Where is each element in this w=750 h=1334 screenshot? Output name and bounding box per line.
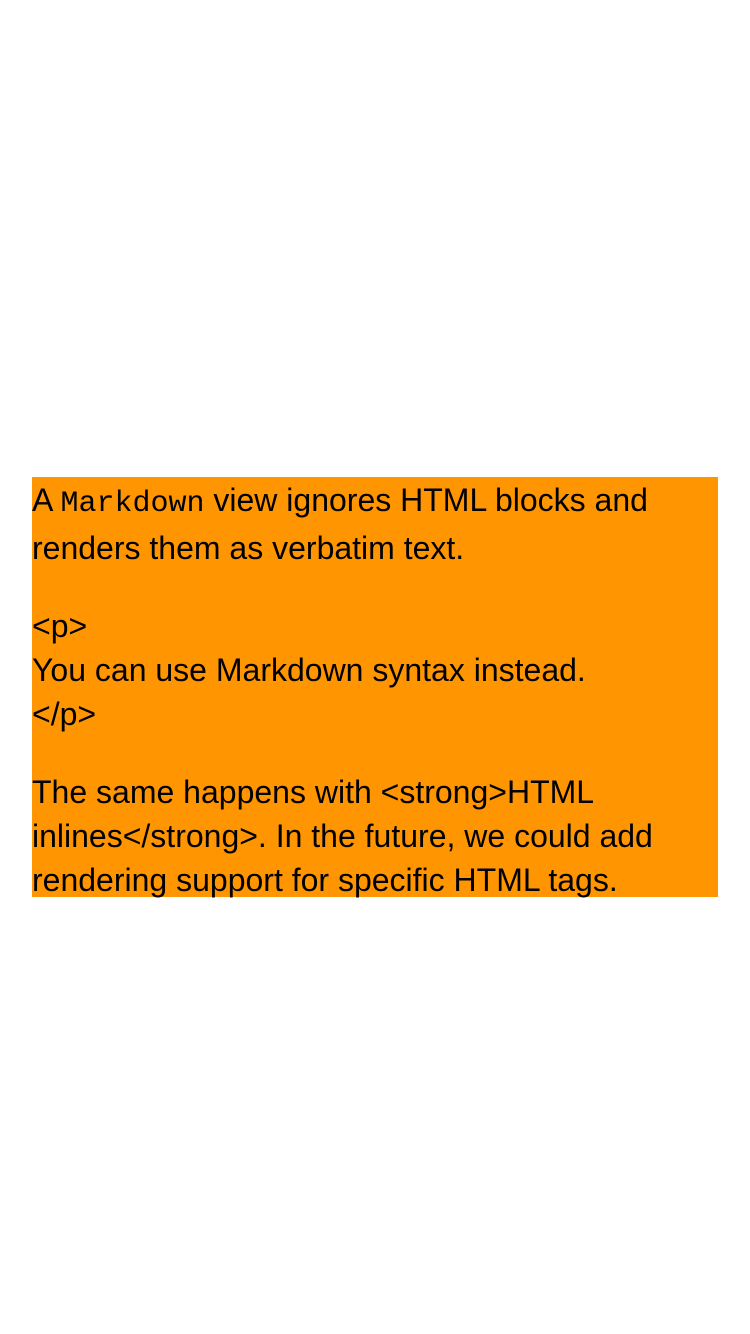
paragraph-html-inlines: The same happens with <strong>HTML inlin… (32, 774, 653, 898)
paragraph-spacing (32, 736, 718, 770)
paragraph-prefix: A (32, 482, 61, 518)
html-open-tag: <p> (32, 608, 88, 644)
html-block-content: You can use Markdown syntax instead. (32, 652, 586, 688)
paragraph-html-blocks: A Markdown view ignores HTML blocks and … (32, 478, 718, 570)
paragraph-spacing (32, 570, 718, 604)
html-close-tag: </p> (32, 696, 97, 732)
markdown-view: A Markdown view ignores HTML blocks and … (32, 477, 718, 898)
inline-code: Markdown (60, 487, 205, 521)
html-block-verbatim: <p> You can use Markdown syntax instead.… (32, 604, 718, 736)
